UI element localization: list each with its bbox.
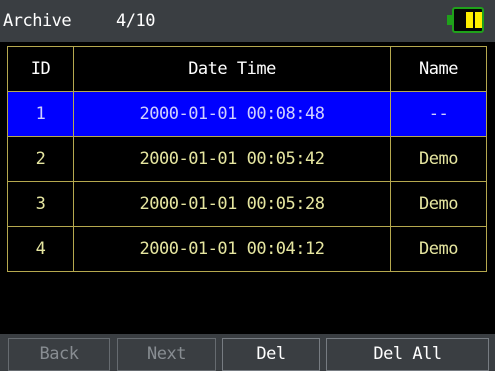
cell-name: Demo xyxy=(390,136,487,182)
column-header-id: ID xyxy=(7,46,74,92)
cell-datetime: 2000-01-01 00:05:28 xyxy=(73,181,391,227)
cell-datetime: 2000-01-01 00:04:12 xyxy=(73,226,391,272)
cell-datetime: 2000-01-01 00:08:48 xyxy=(73,91,391,137)
table-row[interactable]: 3 2000-01-01 00:05:28 Demo xyxy=(7,181,487,227)
table-row[interactable]: 2 2000-01-01 00:05:42 Demo xyxy=(7,136,487,182)
next-button[interactable]: Next xyxy=(117,338,216,371)
column-header-name: Name xyxy=(390,46,487,92)
cell-id: 4 xyxy=(7,226,74,272)
battery-bar xyxy=(475,12,482,28)
table-header-row: ID Date Time Name xyxy=(7,46,487,92)
battery-full-icon xyxy=(452,7,484,33)
cell-id: 2 xyxy=(7,136,74,182)
page-counter: 4/10 xyxy=(116,11,155,31)
cell-datetime: 2000-01-01 00:05:42 xyxy=(73,136,391,182)
delete-all-button[interactable]: Del All xyxy=(326,338,489,371)
battery-bar xyxy=(466,12,473,28)
cell-name: -- xyxy=(390,91,487,137)
page-title: Archive xyxy=(3,11,72,31)
column-header-datetime: Date Time xyxy=(73,46,391,92)
table-row[interactable]: 4 2000-01-01 00:04:12 Demo xyxy=(7,226,487,272)
cell-id: 1 xyxy=(7,91,74,137)
back-button[interactable]: Back xyxy=(8,338,110,371)
table-row[interactable]: 1 2000-01-01 00:08:48 -- xyxy=(7,91,487,137)
cell-name: Demo xyxy=(390,181,487,227)
cell-id: 3 xyxy=(7,181,74,227)
cell-name: Demo xyxy=(390,226,487,272)
title-bar: Archive 4/10 xyxy=(0,0,495,42)
delete-button[interactable]: Del xyxy=(222,338,320,371)
archive-table: ID Date Time Name 1 2000-01-01 00:08:48 … xyxy=(7,46,487,272)
